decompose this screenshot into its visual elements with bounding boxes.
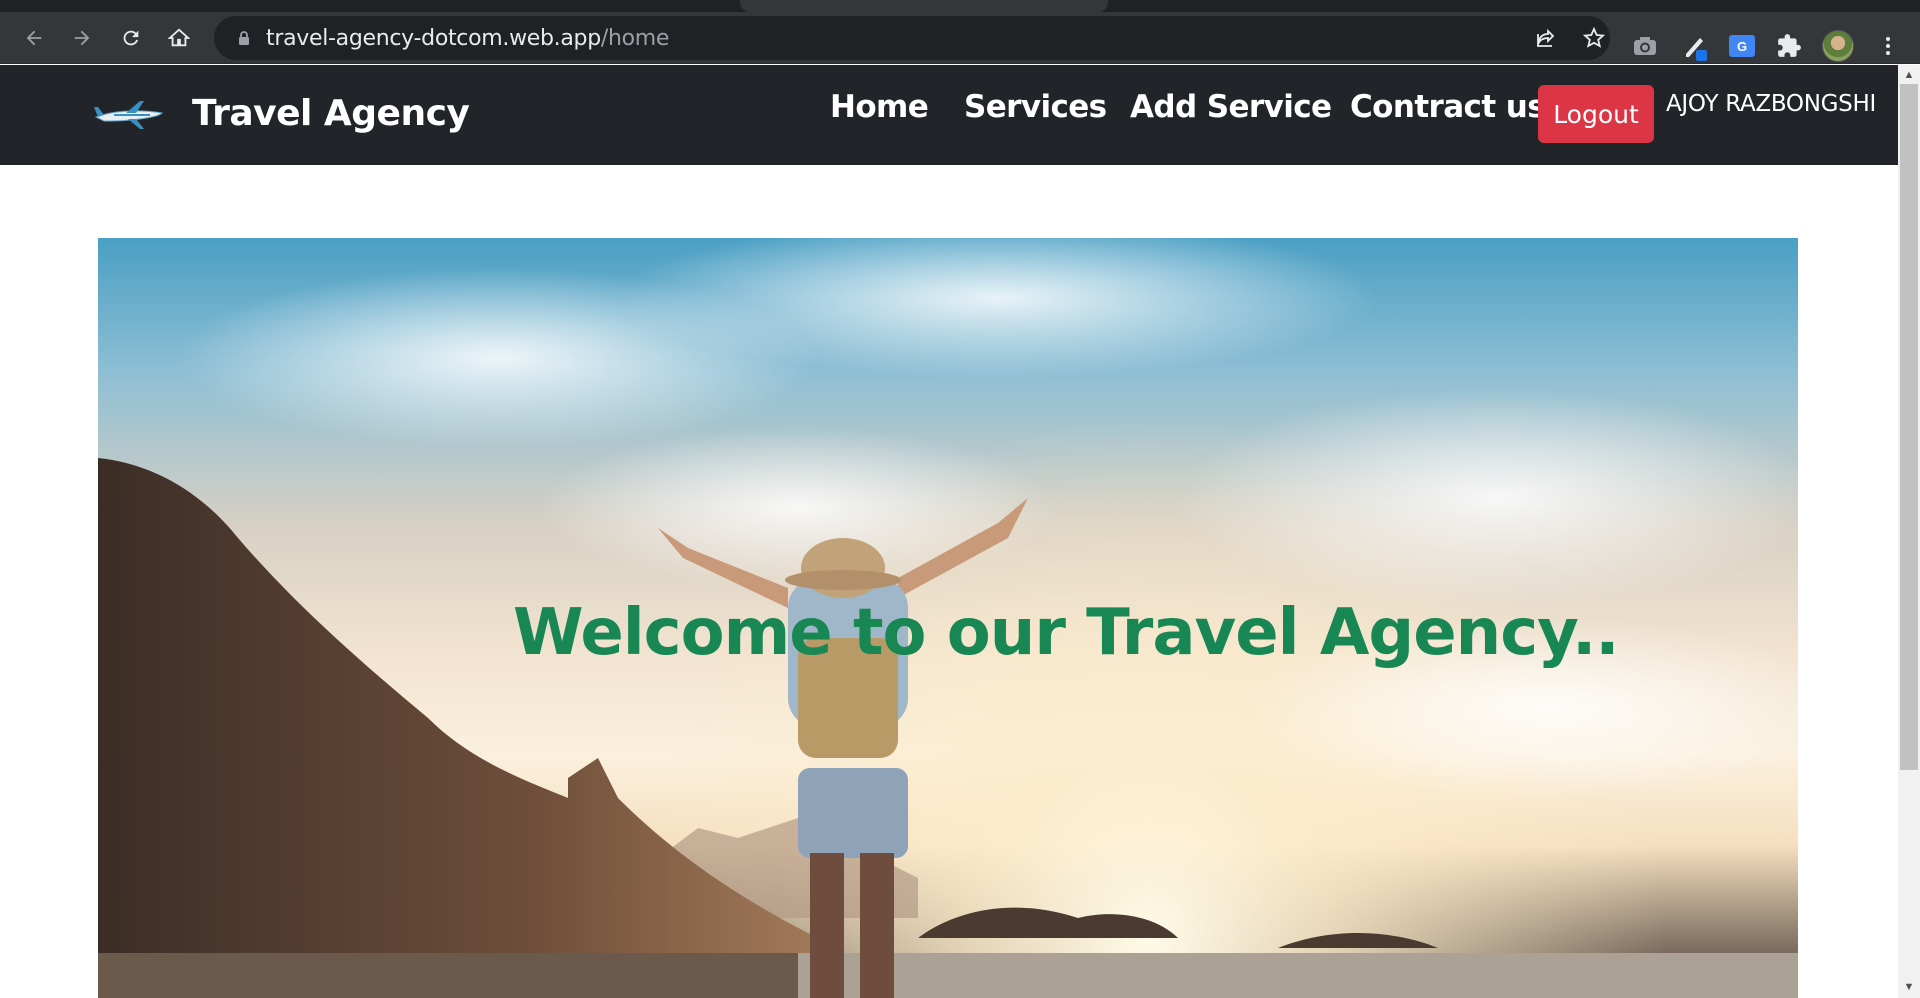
google-translate-icon[interactable]: G — [1729, 35, 1755, 57]
user-name: AJOY RAZBONGSHI — [1666, 91, 1876, 117]
nav-add-service[interactable]: Add Service — [1130, 89, 1332, 125]
nav-home[interactable]: Home — [830, 89, 929, 125]
reload-icon[interactable] — [115, 22, 147, 54]
browser-tab-strip — [0, 0, 1920, 12]
puzzle-extensions-icon[interactable] — [1776, 33, 1802, 59]
brand-title[interactable]: Travel Agency — [192, 93, 470, 134]
back-arrow-icon[interactable] — [18, 22, 50, 54]
home-icon[interactable] — [163, 22, 195, 54]
logout-button[interactable]: Logout — [1538, 85, 1654, 143]
kebab-menu-icon[interactable] — [1876, 34, 1900, 58]
scroll-down-arrow-icon[interactable]: ▼ — [1902, 980, 1916, 994]
nav-services[interactable]: Services — [964, 89, 1107, 125]
site-navbar: Travel Agency Home Services Add Service … — [0, 65, 1898, 165]
hero-banner: Welcome to our Travel Agency.. — [98, 238, 1798, 998]
pen-extension-icon[interactable] — [1680, 32, 1710, 62]
star-icon[interactable] — [1582, 26, 1606, 50]
share-icon[interactable] — [1534, 26, 1558, 50]
forward-arrow-icon[interactable] — [66, 22, 98, 54]
browser-toolbar: travel-agency-dotcom.web.app/home G — [0, 12, 1920, 64]
url-text: travel-agency-dotcom.web.app/home — [266, 26, 670, 51]
active-tab[interactable] — [740, 0, 1108, 12]
profile-avatar[interactable] — [1822, 30, 1854, 62]
address-bar[interactable]: travel-agency-dotcom.web.app/home — [214, 16, 1610, 60]
lock-icon[interactable] — [236, 30, 252, 46]
scrollbar-thumb[interactable] — [1900, 84, 1918, 770]
airplane-logo-icon[interactable] — [92, 97, 166, 131]
camera-extension-icon[interactable] — [1632, 34, 1658, 58]
scroll-up-arrow-icon[interactable]: ▲ — [1902, 68, 1916, 82]
nav-contract-us[interactable]: Contract us — [1350, 89, 1546, 125]
hero-title: Welcome to our Travel Agency.. — [513, 596, 1620, 670]
